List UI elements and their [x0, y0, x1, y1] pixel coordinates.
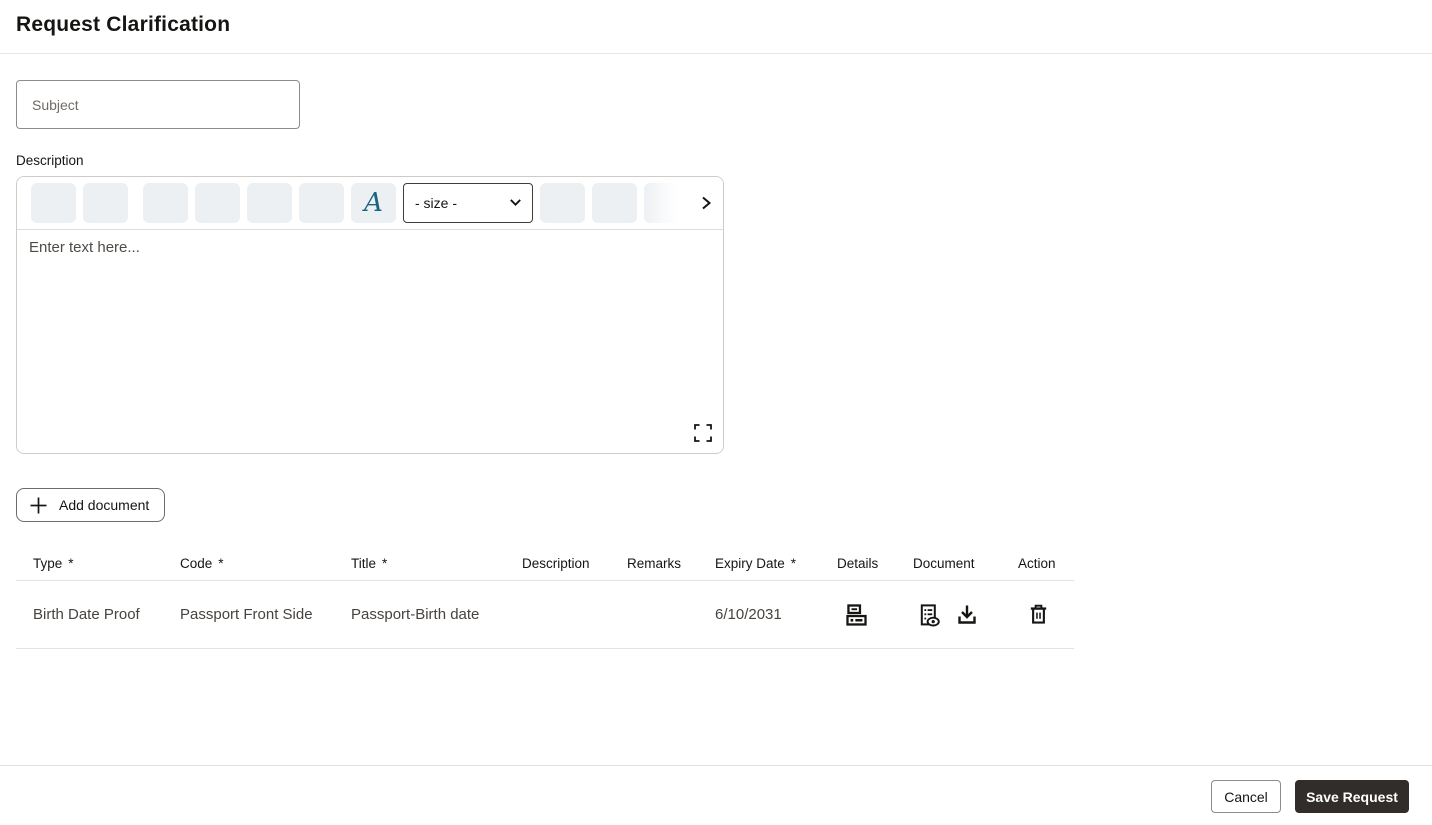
subject-input[interactable] [16, 80, 300, 129]
description-textarea[interactable] [17, 230, 723, 453]
save-request-button[interactable]: Save Request [1295, 780, 1409, 813]
cell-code: Passport Front Side [180, 606, 313, 623]
font-size-select-wrap: - size - [403, 183, 533, 223]
page-title: Request Clarification [16, 13, 231, 36]
column-header-details: Details [837, 555, 879, 571]
header-divider [0, 53, 1432, 54]
details-icon [846, 604, 867, 626]
add-document-button[interactable]: Add document [16, 488, 166, 522]
column-header-remarks: Remarks [627, 555, 682, 571]
view-document-button[interactable] [917, 603, 941, 627]
toolbar-button-5[interactable] [247, 183, 292, 223]
view-document-icon [920, 603, 940, 626]
cell-action [1001, 603, 1074, 626]
documents-table: Type * Code * Title * Description Remarks E… [16, 546, 1074, 649]
column-header-code: Code * [180, 555, 224, 571]
font-size-select[interactable]: - size - [403, 183, 533, 223]
toolbar-button-1[interactable] [31, 183, 76, 223]
plus-icon [30, 497, 47, 513]
cell-type: Birth Date Proof [33, 606, 140, 623]
cell-details [820, 603, 896, 626]
toolbar-button-7[interactable] [540, 183, 585, 223]
cell-document [896, 603, 1001, 627]
trash-icon [1030, 604, 1047, 624]
footer-divider [0, 765, 1432, 766]
toolbar-button-4[interactable] [195, 183, 240, 223]
delete-document-button[interactable] [1027, 603, 1050, 626]
cell-title: Passport-Birth date [351, 606, 480, 623]
expand-icon [694, 424, 712, 442]
table-header-row: Type * Code * Title * Description Remarks E… [16, 546, 1074, 581]
toolbar-button-9[interactable] [644, 183, 689, 223]
download-document-button[interactable] [955, 603, 979, 627]
table-row: Birth Date Proof Passport Front Side Pas… [16, 581, 1074, 649]
editor-body [17, 230, 723, 453]
toolbar-button-2[interactable] [83, 183, 128, 223]
toolbar-button-3[interactable] [143, 183, 188, 223]
font-color-icon[interactable]: A [351, 183, 396, 223]
view-details-button[interactable] [845, 603, 868, 626]
editor-toolbar: A - size - [17, 177, 723, 230]
cell-expiry-date: 6/10/2031 [715, 606, 782, 623]
column-header-type: Type * [33, 555, 74, 571]
add-document-label: Add document [59, 497, 150, 513]
column-header-action: Action [1018, 555, 1056, 571]
column-header-document: Document [913, 555, 975, 571]
description-label: Description [16, 153, 84, 168]
expand-editor-button[interactable] [692, 422, 714, 444]
toolbar-button-8[interactable] [592, 183, 637, 223]
download-icon [958, 605, 976, 624]
chevron-right-icon [702, 196, 712, 210]
column-header-title: Title * [351, 555, 388, 571]
rich-text-editor: A - size - [16, 176, 724, 454]
toolbar-button-6[interactable] [299, 183, 344, 223]
column-header-description: Description [522, 555, 590, 571]
toolbar-overflow-button[interactable] [693, 187, 719, 219]
column-header-expiry-date: Expiry Date * [715, 555, 797, 571]
cancel-button[interactable]: Cancel [1211, 780, 1281, 813]
